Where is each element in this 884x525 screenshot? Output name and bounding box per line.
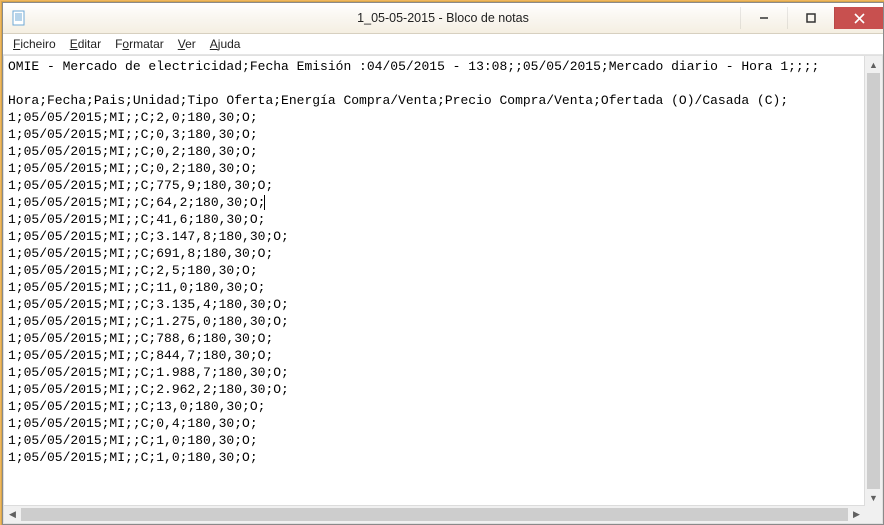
menu-formatar[interactable]: Formatar <box>109 36 170 52</box>
text-content[interactable]: OMIE - Mercado de electricidad;Fecha Emi… <box>4 56 865 506</box>
titlebar[interactable]: 1_05-05-2015 - Bloco de notas <box>3 3 883 34</box>
scroll-down-button[interactable]: ▼ <box>865 489 882 506</box>
close-button[interactable] <box>834 7 883 29</box>
scroll-left-button[interactable]: ◀ <box>4 506 21 523</box>
horizontal-scrollbar[interactable]: ◀ ▶ <box>4 505 865 523</box>
menubar: Ficheiro Editar Formatar Ver Ajuda <box>3 34 883 55</box>
horizontal-scroll-track[interactable] <box>21 506 848 523</box>
notepad-app-icon <box>11 10 27 26</box>
vertical-scroll-track[interactable] <box>865 73 882 489</box>
vertical-scrollbar[interactable]: ▲ ▼ <box>864 56 882 506</box>
minimize-button[interactable] <box>740 7 787 29</box>
menu-ficheiro[interactable]: Ficheiro <box>7 36 62 52</box>
scroll-corner <box>865 506 882 523</box>
text-caret <box>264 195 265 210</box>
horizontal-scroll-thumb[interactable] <box>21 508 848 521</box>
vertical-scroll-thumb[interactable] <box>867 73 880 489</box>
scroll-right-button[interactable]: ▶ <box>848 506 865 523</box>
maximize-button[interactable] <box>787 7 834 29</box>
scroll-up-button[interactable]: ▲ <box>865 56 882 73</box>
menu-ver[interactable]: Ver <box>172 36 202 52</box>
menu-editar[interactable]: Editar <box>64 36 107 52</box>
window-controls <box>740 7 883 29</box>
notepad-window: 1_05-05-2015 - Bloco de notas Ficheiro E… <box>2 2 884 525</box>
menu-ajuda[interactable]: Ajuda <box>204 36 247 52</box>
editor-area: OMIE - Mercado de electricidad;Fecha Emi… <box>3 55 883 524</box>
